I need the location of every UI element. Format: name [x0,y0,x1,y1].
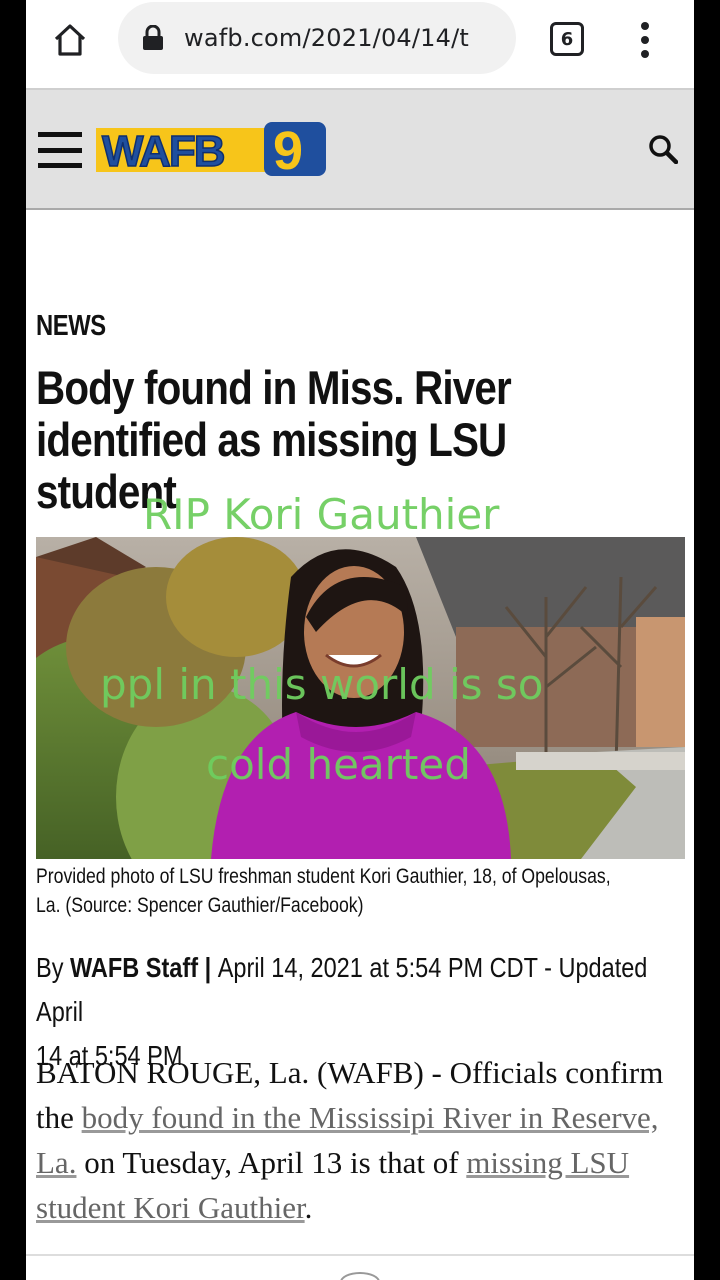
tab-switcher-button[interactable]: 6 [550,22,584,56]
headline-line: identified as missing LSU [36,413,507,466]
photo-caption: Provided photo of LSU freshman student K… [36,862,674,920]
search-icon[interactable] [648,134,678,164]
overlay-text: ppl in this world is so [100,660,544,709]
tab-count: 6 [560,28,574,50]
overlay-text: RIP Kori Gauthier [143,490,500,539]
url-text: wafb.com/2021/04/14/t [184,24,470,52]
overlay-text: cold hearted [206,740,471,789]
byline-author[interactable]: WAFB Staff [70,952,198,983]
logo-text: WAFB [102,127,224,176]
address-bar[interactable]: wafb.com/2021/04/14/t [118,2,516,74]
caption-line: Provided photo of LSU freshman student K… [36,865,611,888]
partial-icon [340,1272,380,1280]
home-icon [54,24,86,56]
caption-line: La. (Source: Spencer Gauthier/Facebook) [36,894,364,917]
phone-screen: wafb.com/2021/04/14/t 6 WAFB 9 NEWS Body… [26,0,694,1280]
byline-line: By WAFB Staff | April 14, 2021 at 5:54 P… [36,946,674,1034]
byline-separator: | [198,952,218,983]
home-button[interactable] [48,18,92,62]
site-header: WAFB 9 [26,88,694,210]
wafb-logo[interactable]: WAFB 9 [96,122,326,176]
body-text: . [304,1190,313,1225]
logo-number: 9 [273,122,303,176]
body-text: on Tuesday, April 13 is that of [76,1145,467,1180]
lock-icon [143,25,163,50]
hamburger-menu-icon[interactable] [38,132,82,168]
byline-prefix: By [36,952,70,983]
more-vert-icon[interactable] [630,18,660,62]
article-body: BATON ROUGE, La. (WAFB) - Officials conf… [36,1050,686,1230]
divider [26,1254,694,1256]
headline-line: Body found in Miss. River [36,361,512,414]
browser-toolbar: wafb.com/2021/04/14/t 6 [26,0,694,88]
section-label[interactable]: NEWS [36,310,106,343]
